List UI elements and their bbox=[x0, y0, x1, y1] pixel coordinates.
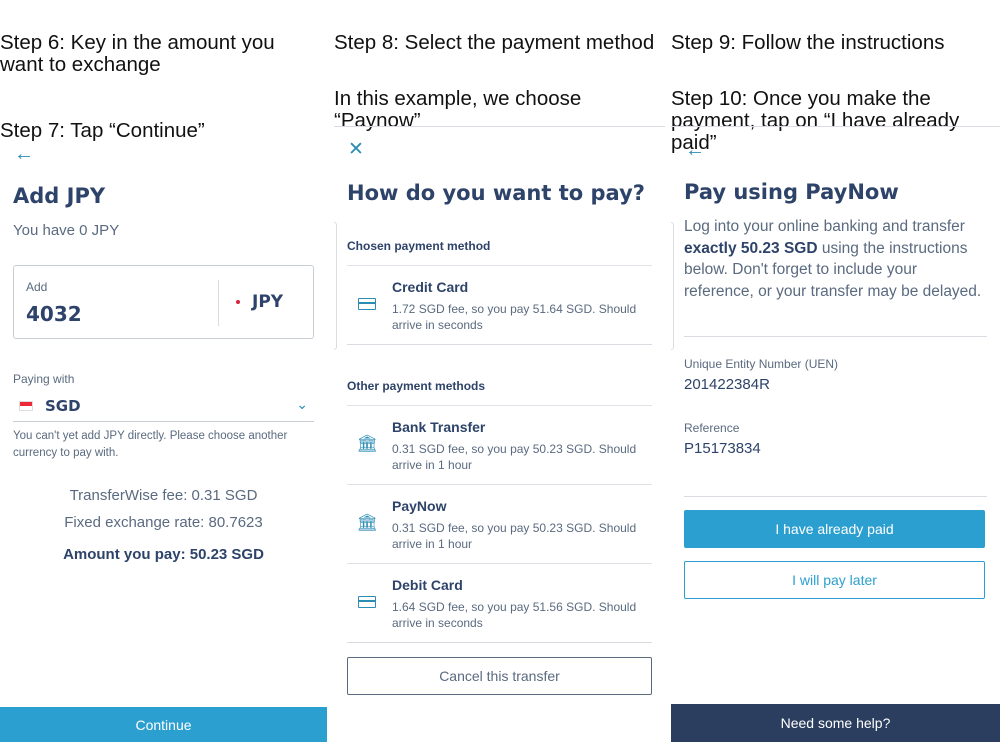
side-edge bbox=[334, 222, 337, 350]
divider bbox=[684, 336, 987, 337]
page-title: Add JPY bbox=[13, 184, 106, 208]
japan-flag-icon bbox=[232, 296, 244, 308]
method-description: 0.31 SGD fee, so you pay 50.23 SGD. Shou… bbox=[392, 442, 637, 472]
step-panel-pay-paynow: Step 9: Follow the instructions Step 10:… bbox=[671, 0, 1000, 742]
currency-selector[interactable]: JPY bbox=[232, 292, 283, 312]
rate-text: Fixed exchange rate: 80.7623 bbox=[64, 514, 263, 531]
help-button[interactable]: Need some help? bbox=[671, 704, 1000, 742]
payment-method-paynow[interactable]: 🏛 PayNow 0.31 SGD fee, so you pay 50.23 … bbox=[347, 484, 652, 562]
method-name: Bank Transfer bbox=[392, 419, 486, 435]
paying-currency: SGD bbox=[45, 396, 81, 415]
payment-method-credit-card[interactable]: Credit Card 1.72 SGD fee, so you pay 51.… bbox=[347, 265, 652, 343]
currency-code: JPY bbox=[252, 292, 284, 312]
caption-step-10: Step 10: Once you make the payment, tap … bbox=[671, 87, 960, 154]
currency-notice: You can't yet add JPY directly. Please c… bbox=[13, 430, 288, 459]
method-name: PayNow bbox=[392, 498, 447, 514]
method-description: 1.72 SGD fee, so you pay 51.64 SGD. Shou… bbox=[392, 302, 637, 332]
method-name: Debit Card bbox=[392, 577, 463, 593]
caption-step-9: Step 9: Follow the instructions bbox=[671, 31, 945, 54]
pay-later-button[interactable]: I will pay later bbox=[684, 561, 985, 599]
bank-icon: 🏛 bbox=[356, 513, 378, 532]
step-panel-payment-method: Step 8: Select the payment method In thi… bbox=[334, 0, 665, 742]
step-caption: Step 9: Follow the instructions Step 10:… bbox=[671, 10, 959, 198]
divider bbox=[347, 344, 652, 345]
reference-label: Reference bbox=[684, 421, 740, 435]
page-title: How do you want to pay? bbox=[347, 181, 645, 205]
divider bbox=[334, 126, 665, 127]
chosen-method-heading: Chosen payment method bbox=[347, 239, 491, 253]
exact-amount: exactly 50.23 SGD bbox=[684, 239, 818, 257]
divider bbox=[347, 642, 652, 643]
step-panel-add-jpy: Step 6: Key in the amount you want to ex… bbox=[0, 0, 327, 742]
step-caption: Step 8: Select the payment method In thi… bbox=[334, 10, 654, 176]
method-description: 0.31 SGD fee, so you pay 50.23 SGD. Shou… bbox=[392, 521, 637, 551]
uen-value: 201422384R bbox=[684, 376, 770, 393]
credit-card-icon bbox=[352, 289, 382, 319]
payment-instructions: Log into your online banking and transfe… bbox=[684, 216, 989, 302]
other-methods-heading: Other payment methods bbox=[347, 379, 486, 393]
arrow-left-icon[interactable]: ← bbox=[685, 140, 705, 160]
divider bbox=[671, 126, 1000, 127]
amount-value[interactable]: 4032 bbox=[26, 302, 82, 326]
arrow-left-icon[interactable]: ← bbox=[14, 144, 34, 164]
total-text: Amount you pay: 50.23 SGD bbox=[63, 546, 264, 563]
instructions-text: Log into your online banking and transfe… bbox=[684, 218, 965, 235]
fee-text: TransferWise fee: 0.31 SGD bbox=[69, 487, 258, 504]
payment-method-bank-transfer[interactable]: 🏛 Bank Transfer 0.31 SGD fee, so you pay… bbox=[347, 405, 652, 483]
caption-step-8: Step 8: Select the payment method bbox=[334, 31, 655, 54]
credit-card-icon bbox=[352, 587, 382, 617]
divider bbox=[684, 496, 987, 497]
close-icon[interactable]: ✕ bbox=[348, 140, 364, 160]
bank-icon: 🏛 bbox=[356, 434, 378, 453]
method-description: 1.64 SGD fee, so you pay 51.56 SGD. Shou… bbox=[392, 600, 637, 630]
method-name: Credit Card bbox=[392, 279, 469, 295]
amount-label: Add bbox=[26, 280, 48, 294]
paying-with-label: Paying with bbox=[13, 372, 75, 386]
caption-step-6: Step 6: Key in the amount you want to ex… bbox=[0, 31, 275, 76]
side-edge bbox=[671, 222, 674, 350]
cancel-transfer-button[interactable]: Cancel this transfer bbox=[347, 657, 652, 695]
balance-text: You have 0 JPY bbox=[13, 222, 120, 239]
uen-label: Unique Entity Number (UEN) bbox=[684, 357, 839, 371]
continue-button[interactable]: Continue bbox=[0, 707, 327, 742]
singapore-flag-icon bbox=[19, 400, 33, 411]
amount-input[interactable]: Add 4032 JPY bbox=[13, 265, 314, 339]
page-title: Pay using PayNow bbox=[684, 180, 899, 204]
already-paid-button[interactable]: I have already paid bbox=[684, 510, 985, 548]
divider bbox=[218, 280, 219, 326]
chevron-down-icon: ⌄ bbox=[296, 396, 308, 412]
paying-with-dropdown[interactable]: SGD ⌄ bbox=[13, 390, 314, 422]
caption-step-7: Step 7: Tap “Continue” bbox=[0, 119, 205, 142]
payment-method-debit-card[interactable]: Debit Card 1.64 SGD fee, so you pay 51.5… bbox=[347, 563, 652, 641]
reference-value: P15173834 bbox=[684, 440, 761, 457]
step-caption: Step 6: Key in the amount you want to ex… bbox=[0, 10, 275, 186]
